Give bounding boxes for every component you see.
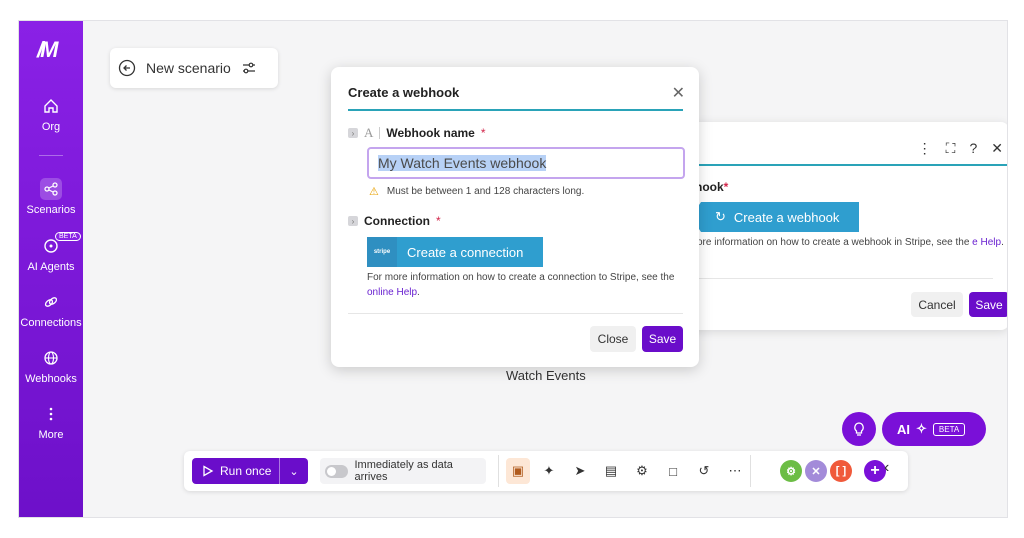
chevron-down-icon[interactable]: ⌄ bbox=[280, 465, 308, 478]
sparkle-icon: ✧ bbox=[916, 421, 927, 436]
flow-icon[interactable]: ➤ bbox=[568, 458, 592, 484]
run-once-button[interactable]: Run once ⌄ bbox=[192, 458, 308, 484]
dialog-header-rule bbox=[348, 109, 683, 111]
sidebar-divider bbox=[39, 155, 63, 156]
dialog-title: Create a webhook bbox=[348, 85, 460, 100]
connection-label: Connection bbox=[364, 214, 430, 228]
create-connection-button[interactable]: stripe Create a connection bbox=[367, 237, 543, 267]
sidebar-item-label: Scenarios bbox=[26, 204, 76, 216]
close-button[interactable]: Close bbox=[590, 326, 636, 352]
back-arrow-icon[interactable] bbox=[118, 59, 136, 77]
sidebar-item-label: Webhooks bbox=[25, 373, 77, 385]
tools-app-icon[interactable]: ⚙ bbox=[780, 460, 802, 482]
refresh-icon: ↻ bbox=[715, 209, 726, 224]
stripe-logo: stripe bbox=[367, 237, 397, 267]
webhook-hint: ore information on how to create a webho… bbox=[697, 237, 1004, 248]
text-type-icon: A bbox=[364, 125, 374, 140]
magic-wand-icon[interactable]: ✦ bbox=[537, 458, 561, 484]
sidebar-item-webhooks[interactable]: Webhooks bbox=[19, 347, 83, 385]
more-icon[interactable]: ⋯ bbox=[723, 458, 747, 484]
play-icon bbox=[203, 465, 214, 477]
sidebar-item-label: Connections bbox=[20, 317, 82, 329]
toolbar-divider bbox=[498, 455, 499, 487]
module-label[interactable]: Watch Events bbox=[506, 368, 586, 383]
webhook-field-label: hook* bbox=[695, 180, 729, 194]
label-separator bbox=[379, 127, 381, 139]
sidebar-item-label: More bbox=[38, 429, 64, 441]
undo-icon[interactable]: ↺ bbox=[692, 458, 716, 484]
webhook-name-input[interactable]: My Watch Events webhook bbox=[367, 147, 685, 179]
panel-header-rule bbox=[659, 164, 1007, 166]
close-icon[interactable]: ✕ bbox=[672, 83, 685, 103]
sliders-icon[interactable] bbox=[241, 61, 257, 75]
cancel-button[interactable]: Cancel bbox=[911, 292, 963, 317]
beta-badge: BETA bbox=[932, 422, 966, 436]
webhook-name-value: My Watch Events webhook bbox=[378, 155, 547, 171]
lightbulb-button[interactable] bbox=[842, 412, 876, 446]
flow-control-app-icon[interactable]: ✕ bbox=[805, 460, 827, 482]
sidebar-item-more[interactable]: More bbox=[19, 403, 83, 441]
expand-icon[interactable]: ⛶ bbox=[946, 140, 956, 157]
chevron-left-icon[interactable]: ‹ bbox=[884, 459, 889, 477]
sidebar-item-scenarios[interactable]: Scenarios bbox=[19, 178, 83, 216]
share-icon bbox=[40, 178, 62, 200]
scenario-title[interactable]: New scenario bbox=[146, 60, 231, 76]
help-icon[interactable]: ? bbox=[969, 140, 977, 157]
create-webhook-button[interactable]: ↻ Create a webhook bbox=[691, 202, 859, 232]
create-webhook-dialog: Create a webhook ✕ › A Webhook name * My … bbox=[331, 67, 699, 367]
close-icon[interactable]: ✕ bbox=[991, 140, 1003, 157]
module-settings-panel: ⋮ ⛶ ? ✕ hook* ↻ Create a webhook ore inf… bbox=[659, 122, 1007, 330]
lightbulb-icon bbox=[854, 422, 864, 436]
sidebar-item-label: AI Agents bbox=[27, 261, 75, 273]
globe-icon bbox=[44, 351, 58, 365]
connection-label-row: › Connection * bbox=[348, 214, 441, 228]
app-frame: /M Org Scenarios BETA AI Agents Connecti… bbox=[18, 20, 1008, 518]
scheduling-icon[interactable]: ▣ bbox=[506, 458, 530, 484]
notes-icon[interactable]: □ bbox=[661, 458, 685, 484]
webhook-name-label: Webhook name bbox=[386, 126, 475, 140]
home-icon bbox=[44, 99, 58, 113]
sidebar-item-org[interactable]: Org bbox=[19, 95, 83, 133]
schedule-toggle[interactable]: Immediately as data arrives bbox=[320, 458, 486, 484]
sidebar-item-label: Org bbox=[41, 121, 61, 133]
add-module-icon[interactable]: + bbox=[864, 460, 886, 482]
scenario-header: New scenario bbox=[110, 48, 278, 88]
webhook-name-label-row: › A Webhook name * bbox=[348, 125, 486, 141]
toolbar-actions: ▣ ✦ ➤ ▤ ⚙ □ ↺ ⋯ bbox=[506, 458, 747, 484]
warning-icon: ⚠ bbox=[369, 186, 379, 198]
sidebar-item-ai-agents[interactable]: BETA AI Agents bbox=[19, 232, 83, 273]
chevron-right-icon[interactable]: › bbox=[348, 216, 358, 226]
kebab-menu-icon[interactable]: ⋮ bbox=[918, 140, 932, 157]
save-button[interactable]: Save bbox=[642, 326, 683, 352]
connection-hint: For more information on how to create a … bbox=[367, 272, 675, 298]
dialog-divider bbox=[348, 313, 683, 314]
settings-icon[interactable]: ⚙ bbox=[630, 458, 654, 484]
panel-actions: ⋮ ⛶ ? ✕ bbox=[918, 140, 1003, 157]
make-logo[interactable]: /M bbox=[37, 37, 59, 63]
toggle-switch[interactable] bbox=[325, 464, 349, 478]
more-vertical-icon bbox=[49, 407, 53, 421]
data-store-icon[interactable]: ▤ bbox=[599, 458, 623, 484]
online-help-link[interactable]: online Help bbox=[367, 287, 417, 298]
sidebar: /M Org Scenarios BETA AI Agents Connecti… bbox=[19, 21, 83, 517]
help-link[interactable]: e Help bbox=[972, 237, 1001, 248]
link-icon bbox=[44, 297, 58, 307]
toolbar-divider bbox=[750, 455, 751, 487]
sidebar-item-connections[interactable]: Connections bbox=[19, 291, 83, 329]
webhook-name-warning: ⚠ Must be between 1 and 128 characters l… bbox=[369, 186, 585, 198]
text-parser-app-icon[interactable]: [ ] bbox=[830, 460, 852, 482]
beta-badge: BETA bbox=[55, 232, 81, 241]
panel-divider bbox=[659, 278, 993, 279]
ai-assistant-button[interactable]: AI ✧ BETA bbox=[882, 412, 986, 446]
save-button[interactable]: Save bbox=[969, 292, 1007, 317]
bottom-toolbar: Run once ⌄ Immediately as data arrives ▣… bbox=[184, 451, 908, 491]
chevron-right-icon[interactable]: › bbox=[348, 128, 358, 138]
